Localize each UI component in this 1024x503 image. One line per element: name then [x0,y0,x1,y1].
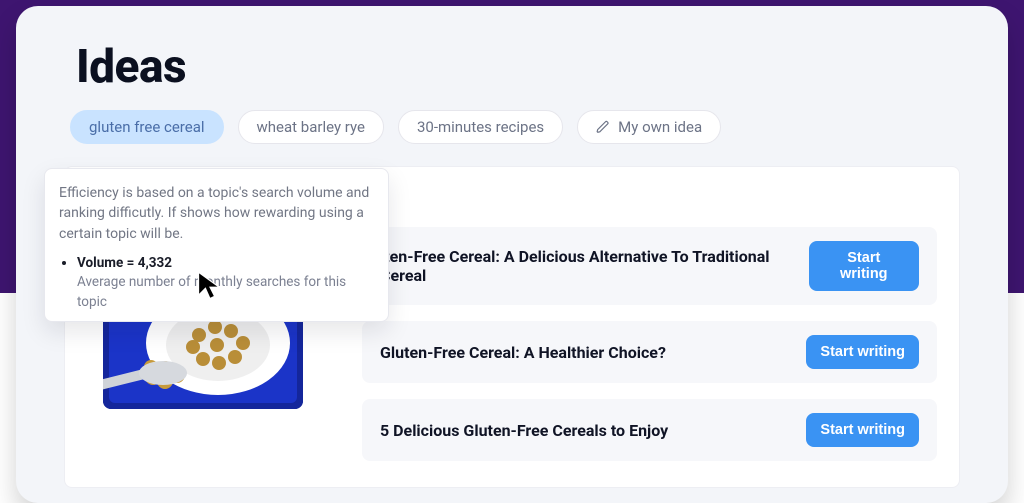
topic-chips: gluten free cereal wheat barley rye 30-m… [70,110,960,144]
page-title: Ideas [76,40,960,94]
chip-wheat-barley-rye[interactable]: wheat barley rye [238,110,384,144]
idea-list: lten-Free Cereal: A Delicious Alternativ… [362,227,937,461]
pencil-icon [596,120,610,134]
tooltip-volume-item: Volume = 4,332 Average number of monthly… [77,254,374,313]
cursor-icon [196,270,224,302]
chip-my-own-idea[interactable]: My own idea [577,110,721,144]
chip-label: 30-minutes recipes [417,118,544,136]
idea-row: lten-Free Cereal: A Delicious Alternativ… [362,227,937,305]
start-writing-button[interactable]: Start writing [809,241,919,291]
idea-title: 5 Delicious Gluten-Free Cereals to Enjoy [380,421,668,440]
chip-label: wheat barley rye [257,118,365,136]
idea-row: Gluten-Free Cereal: A Healthier Choice? … [362,321,937,383]
idea-title: lten-Free Cereal: A Delicious Alternativ… [380,247,809,285]
start-writing-button[interactable]: Start writing [806,335,919,369]
start-writing-button[interactable]: Start writing [806,413,919,447]
chip-label: gluten free cereal [89,118,205,136]
tooltip-volume-label: Volume = 4,332 [77,255,172,271]
chip-gluten-free-cereal[interactable]: gluten free cereal [70,110,224,144]
tooltip-body: Efficiency is based on a topic's search … [59,183,374,244]
idea-row: 5 Delicious Gluten-Free Cereals to Enjoy… [362,399,937,461]
chip-label: My own idea [618,118,702,136]
idea-title: Gluten-Free Cereal: A Healthier Choice? [380,343,666,362]
chip-30-minutes-recipes[interactable]: 30-minutes recipes [398,110,563,144]
